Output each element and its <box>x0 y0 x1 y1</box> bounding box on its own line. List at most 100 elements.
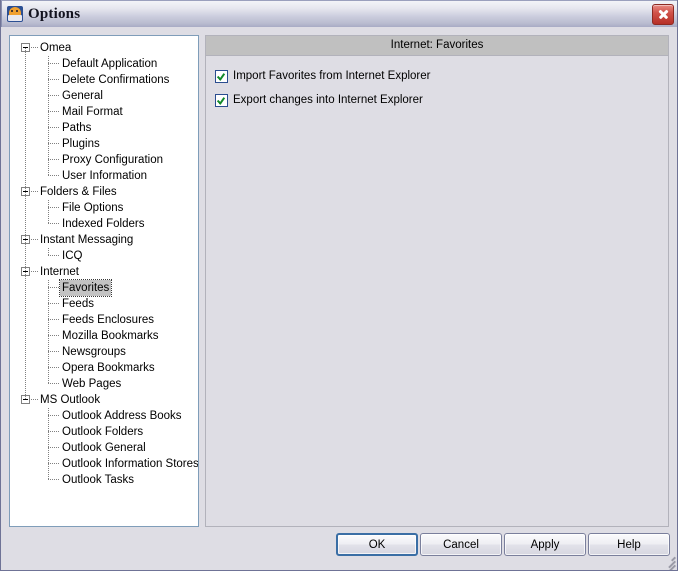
tree-item-label: Default Application <box>62 58 158 70</box>
tree-item-label: File Options <box>62 202 124 214</box>
tree-item-label: Opera Bookmarks <box>62 362 155 374</box>
options-dialog-window: Options Omea Default Application Delete Co… <box>0 0 678 571</box>
tree-connector <box>48 415 60 416</box>
tree-item-indexed-folders[interactable]: Indexed Folders <box>10 216 198 232</box>
checkbox-checked-icon[interactable] <box>215 69 228 83</box>
tree-item-label: User Information <box>62 170 148 182</box>
tree-item-opera-bookmarks[interactable]: Opera Bookmarks <box>10 360 198 376</box>
tree-connector <box>48 127 60 128</box>
tree-item-web-pages[interactable]: Web Pages <box>10 376 198 392</box>
checkbox-checked-icon[interactable] <box>215 93 228 107</box>
tree-item-favorites[interactable]: Favorites <box>10 279 198 297</box>
tree-item-label: General <box>62 90 103 102</box>
help-button[interactable]: Help <box>588 533 670 556</box>
window-title: Options <box>28 5 81 22</box>
tree-item-label: Paths <box>62 122 92 134</box>
tree-item-label: Folders & Files <box>40 186 117 198</box>
tree-connector <box>31 239 39 240</box>
ok-button[interactable]: OK <box>336 533 418 556</box>
tree-item-mail-format[interactable]: Mail Format <box>10 104 198 120</box>
tree-item-newsgroups[interactable]: Newsgroups <box>10 344 198 360</box>
tree-connector <box>48 143 60 144</box>
tree-connector <box>48 63 60 64</box>
tree-item-mozilla-bookmarks[interactable]: Mozilla Bookmarks <box>10 328 198 344</box>
tree-connector <box>48 367 60 368</box>
tree-item-default-application[interactable]: Default Application <box>10 56 198 72</box>
tree-item-label: ICQ <box>62 250 83 262</box>
tree-connector <box>48 463 60 464</box>
tree-connector <box>48 431 60 432</box>
tree-item-feeds-enclosures[interactable]: Feeds Enclosures <box>10 312 198 328</box>
tree-item-delete-confirmations[interactable]: Delete Confirmations <box>10 72 198 88</box>
tree-connector <box>48 408 49 480</box>
tree-connector <box>48 335 60 336</box>
tree-group-instant-messaging[interactable]: Instant Messaging <box>10 232 198 248</box>
tree-connector <box>48 223 60 224</box>
tree-item-label: Outlook Information Stores <box>62 458 199 470</box>
option-label: Export changes into Internet Explorer <box>233 94 423 106</box>
tree-connector <box>31 399 39 400</box>
tree-group-internet[interactable]: Internet <box>10 264 198 280</box>
tree-item-plugins[interactable]: Plugins <box>10 136 198 152</box>
tree-item-label: Favorites <box>58 279 113 297</box>
tree-connector <box>48 287 60 288</box>
options-tree-panel[interactable]: Omea Default Application Delete Confirmati… <box>9 35 199 527</box>
tree-connector <box>48 207 60 208</box>
tree-connector <box>25 48 26 400</box>
resize-grip[interactable] <box>660 552 676 570</box>
tree-item-label: Delete Confirmations <box>62 74 170 86</box>
tree-item-icq[interactable]: ICQ <box>10 248 198 264</box>
tree-item-label: Indexed Folders <box>62 218 145 230</box>
tree-item-proxy-configuration[interactable]: Proxy Configuration <box>10 152 198 168</box>
tree-item-label: Feeds <box>62 298 94 310</box>
dialog-button-bar: OK Cancel Apply Help <box>1 529 677 569</box>
tree-item-label: Feeds Enclosures <box>62 314 155 326</box>
tree-item-general[interactable]: General <box>10 88 198 104</box>
apply-button[interactable]: Apply <box>504 533 586 556</box>
close-icon[interactable] <box>652 4 674 25</box>
omea-app-icon <box>7 6 23 22</box>
tree-item-label: Web Pages <box>62 378 122 390</box>
tree-connector <box>48 95 60 96</box>
tree-item-feeds[interactable]: Feeds <box>10 296 198 312</box>
tree-connector <box>48 56 49 176</box>
tree-item-label: Omea <box>40 42 72 54</box>
tree-group-ms-outlook[interactable]: MS Outlook <box>10 392 198 408</box>
tree-connector <box>48 383 60 384</box>
dialog-client-area: Omea Default Application Delete Confirmati… <box>1 27 677 570</box>
tree-connector <box>31 191 39 192</box>
tree-item-outlook-address-books[interactable]: Outlook Address Books <box>10 408 198 424</box>
tree-item-label: Newsgroups <box>62 346 126 358</box>
tree-connector <box>48 351 60 352</box>
tree-item-label: Instant Messaging <box>40 234 134 246</box>
tree-item-outlook-tasks[interactable]: Outlook Tasks <box>10 472 198 488</box>
tree-connector <box>48 111 60 112</box>
tree-connector <box>31 47 39 48</box>
tree-connector <box>48 280 49 384</box>
tree-item-label: Internet <box>40 266 79 278</box>
tree-item-outlook-information-stores[interactable]: Outlook Information Stores <box>10 456 198 472</box>
tree-item-label: Outlook Tasks <box>62 474 135 486</box>
option-row[interactable]: Export changes into Internet Explorer <box>215 92 668 108</box>
tree-item-label: Mail Format <box>62 106 123 118</box>
tree-item-label: Outlook Address Books <box>62 410 182 422</box>
tree-item-label: MS Outlook <box>40 394 101 406</box>
tree-item-paths[interactable]: Paths <box>10 120 198 136</box>
tree-item-outlook-folders[interactable]: Outlook Folders <box>10 424 198 440</box>
tree-item-file-options[interactable]: File Options <box>10 200 198 216</box>
tree-item-label: Outlook Folders <box>62 426 144 438</box>
tree-connector <box>48 479 60 480</box>
tree-item-outlook-general[interactable]: Outlook General <box>10 440 198 456</box>
tree-connector <box>48 79 60 80</box>
tree-group-folders-files[interactable]: Folders & Files <box>10 184 198 200</box>
tree-connector <box>48 319 60 320</box>
tree-connector <box>31 271 39 272</box>
options-tree: Omea Default Application Delete Confirmati… <box>10 36 198 488</box>
tree-item-label: Proxy Configuration <box>62 154 163 166</box>
tree-item-label: Plugins <box>62 138 100 150</box>
option-row[interactable]: Import Favorites from Internet Explorer <box>215 68 668 84</box>
cancel-button[interactable]: Cancel <box>420 533 502 556</box>
tree-item-user-information[interactable]: User Information <box>10 168 198 184</box>
tree-group-omea[interactable]: Omea <box>10 40 198 56</box>
title-bar[interactable]: Options <box>1 0 677 27</box>
